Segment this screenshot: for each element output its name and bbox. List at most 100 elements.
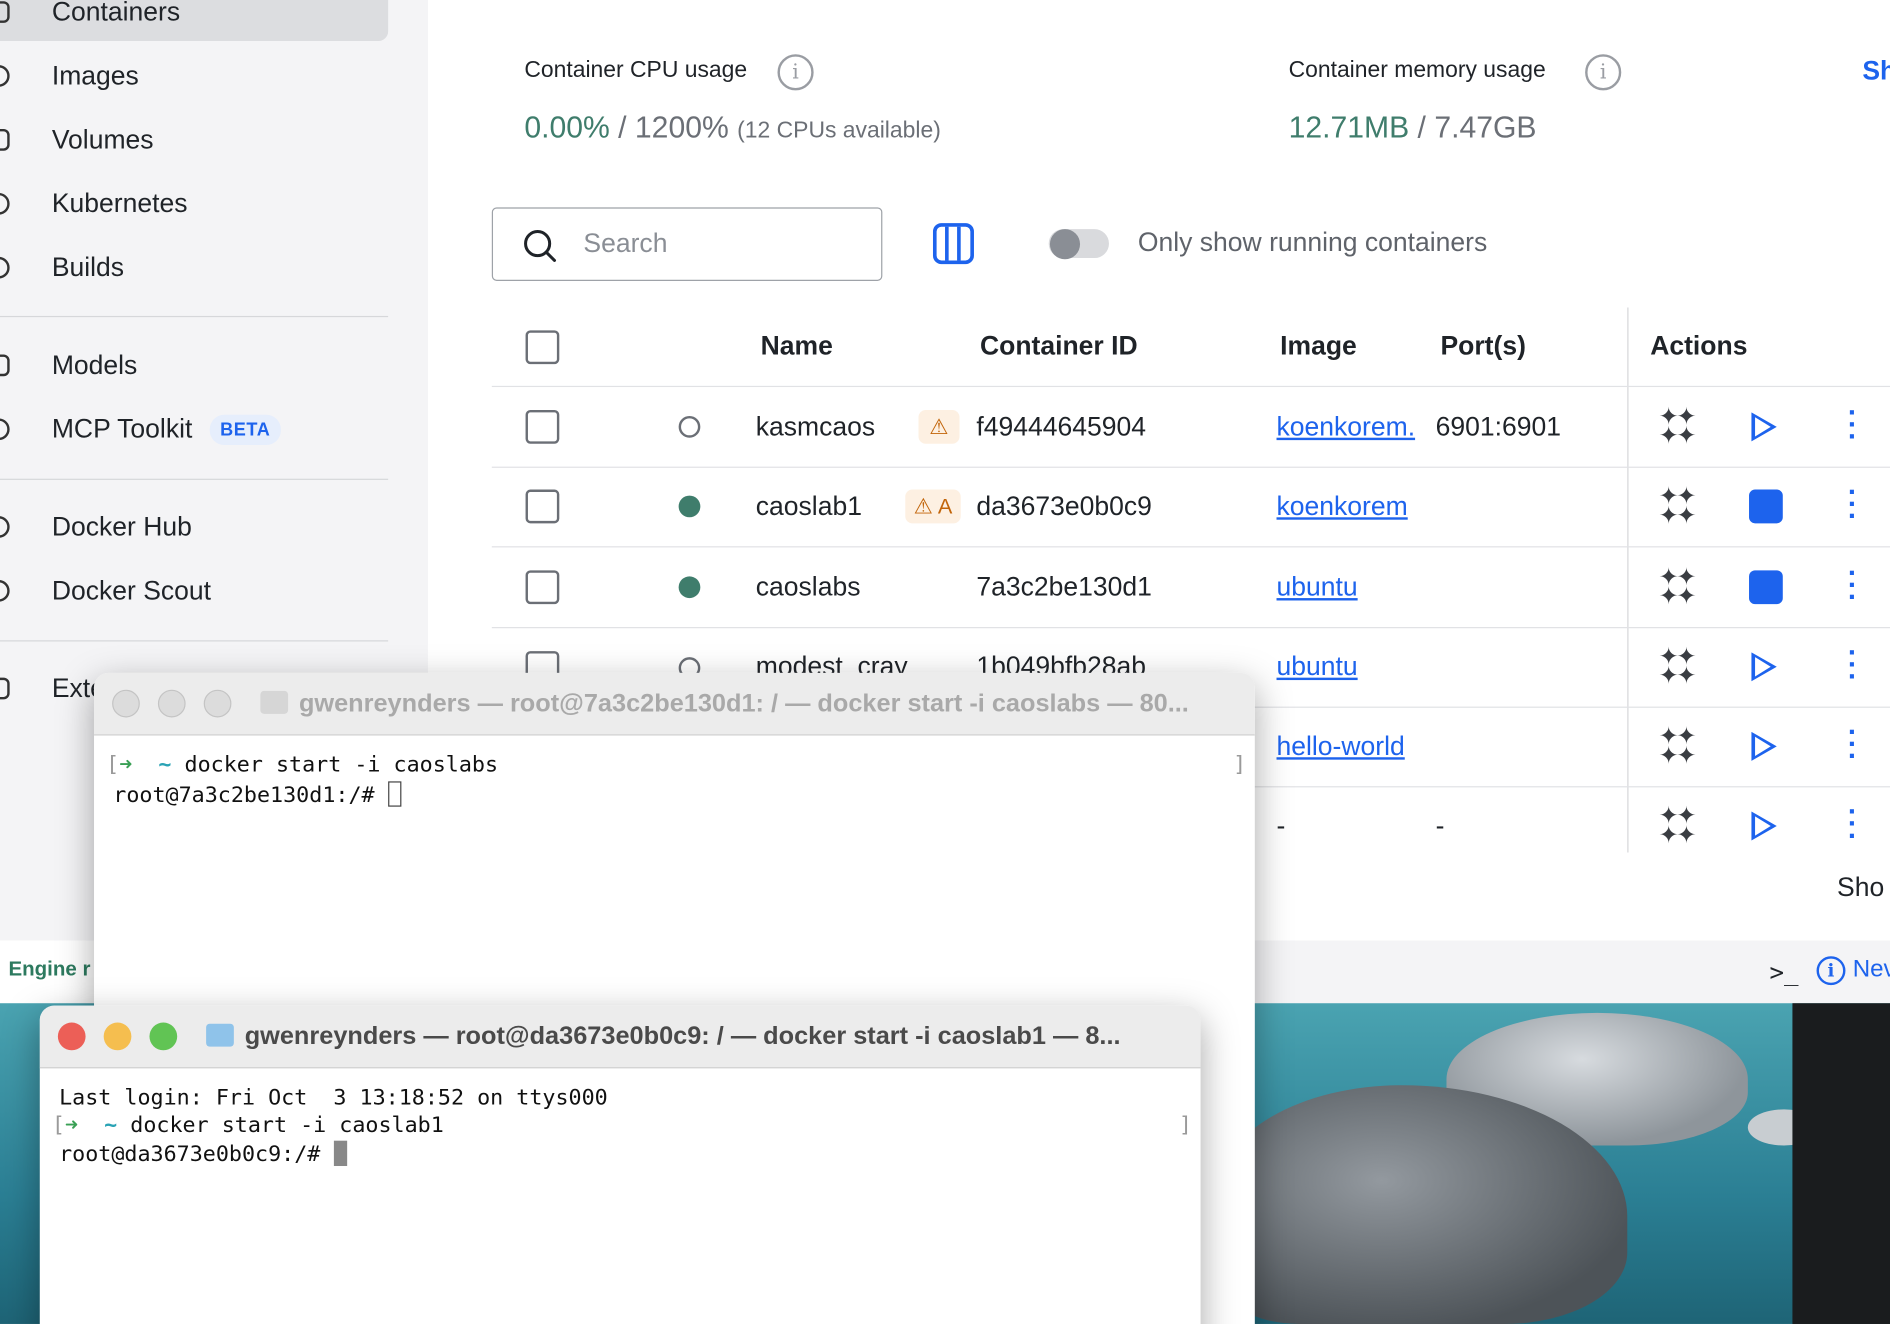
- info-icon: i: [1816, 956, 1846, 986]
- minimize-button[interactable]: [157, 689, 186, 718]
- image-link[interactable]: koenkorem.: [1277, 411, 1416, 442]
- cpu-info-icon[interactable]: i: [777, 54, 814, 91]
- cpu-usage-value: 0.00% / 1200% (12 CPUs available): [524, 111, 940, 146]
- columns-toggle-icon[interactable]: [932, 223, 974, 265]
- terminal-content[interactable]: Last login: Fri Oct 3 13:18:52 on ttys00…: [40, 1070, 1201, 1324]
- builds-icon: [0, 256, 10, 279]
- more-options-icon[interactable]: · · ·: [1848, 638, 1858, 691]
- sidebar-divider: [0, 640, 389, 642]
- container-name[interactable]: kasmcaos: [756, 411, 875, 442]
- image-link[interactable]: koenkorem: [1277, 491, 1408, 522]
- terminal-title: gwenreynders — root@7a3c2be130d1: / — do…: [298, 689, 1189, 718]
- terminal-line: root@da3673e0b0c9:/#: [59, 1140, 347, 1167]
- running-only-label: Only show running containers: [1137, 226, 1488, 257]
- more-options-icon[interactable]: · · ·: [1848, 798, 1858, 851]
- cursor: [387, 781, 401, 807]
- container-id: da3673e0b0c9: [976, 490, 1152, 521]
- beta-badge: BETA: [209, 415, 282, 446]
- minimize-button[interactable]: [103, 1022, 132, 1051]
- start-icon[interactable]: [1751, 652, 1777, 682]
- terminal-line: root@7a3c2be130d1:/#: [113, 781, 401, 808]
- mcp-label: MCP Toolkit: [51, 413, 193, 444]
- ask-ai-icon[interactable]: ✦✦ ✦✦: [1659, 645, 1698, 688]
- warning-icon[interactable]: ⚠ A: [905, 489, 961, 524]
- stop-icon[interactable]: [1749, 570, 1783, 605]
- scout-icon: [0, 579, 10, 602]
- start-icon[interactable]: [1751, 731, 1777, 761]
- warning-icon[interactable]: ⚠: [918, 409, 960, 444]
- terminal-window-caoslab1[interactable]: gwenreynders — root@da3673e0b0c9: / — do…: [39, 1005, 1201, 1324]
- image-link[interactable]: ubuntu: [1277, 651, 1358, 682]
- hub-icon: [0, 516, 10, 538]
- terminal-line: Last login: Fri Oct 3 13:18:52 on ttys00…: [59, 1085, 608, 1111]
- stop-icon[interactable]: [1749, 489, 1783, 524]
- cpu-usage-label: Container CPU usage: [524, 57, 748, 84]
- row-checkbox[interactable]: [525, 489, 560, 524]
- memory-separator: /: [1409, 110, 1435, 145]
- container-id: f49444645904: [976, 411, 1146, 442]
- desktop-edge: [1792, 1003, 1890, 1324]
- extensions-icon: [0, 677, 10, 700]
- maximize-button[interactable]: [203, 689, 232, 718]
- whats-new-label: Nev: [1852, 956, 1890, 983]
- memory-info-icon[interactable]: i: [1585, 54, 1622, 91]
- ask-ai-icon[interactable]: ✦✦ ✦✦: [1659, 804, 1698, 847]
- ports[interactable]: 6901:6901: [1436, 411, 1561, 442]
- volumes-icon: [0, 129, 10, 151]
- sidebar-item-label: Models: [51, 349, 138, 380]
- more-options-icon[interactable]: · · ·: [1848, 399, 1858, 452]
- mcp-icon: [0, 418, 10, 441]
- terminal-titlebar[interactable]: gwenreynders — root@7a3c2be130d1: / — do…: [94, 672, 1255, 736]
- column-header-ports[interactable]: Port(s): [1440, 330, 1525, 361]
- image-link[interactable]: ubuntu: [1277, 572, 1358, 603]
- row-divider: [491, 627, 1890, 629]
- image-link: -: [1276, 810, 1286, 841]
- row-divider: [491, 466, 1890, 468]
- row-checkbox[interactable]: [525, 409, 560, 444]
- column-header-container-id[interactable]: Container ID: [980, 330, 1138, 361]
- sidebar-item-label: Kubernetes: [51, 188, 188, 219]
- sidebar-item-label: Docker Scout: [51, 575, 212, 606]
- ports: -: [1435, 810, 1445, 841]
- maximize-button[interactable]: [149, 1022, 178, 1051]
- column-header-image[interactable]: Image: [1280, 330, 1357, 361]
- ask-ai-icon[interactable]: ✦✦ ✦✦: [1659, 485, 1698, 528]
- select-all-checkbox[interactable]: [525, 330, 560, 365]
- start-icon[interactable]: [1751, 811, 1777, 841]
- start-icon[interactable]: [1751, 412, 1777, 442]
- ask-ai-icon[interactable]: ✦✦ ✦✦: [1659, 566, 1698, 609]
- sidebar-item-containers[interactable]: Containers: [0, 0, 389, 41]
- more-options-icon[interactable]: · · ·: [1848, 559, 1858, 612]
- ask-ai-icon[interactable]: ✦✦ ✦✦: [1659, 405, 1698, 448]
- whats-new-button[interactable]: iNev: [1816, 956, 1890, 986]
- running-only-toggle[interactable]: [1048, 229, 1109, 260]
- image-link[interactable]: hello-world: [1277, 731, 1405, 762]
- row-checkbox[interactable]: [525, 570, 560, 605]
- search-box[interactable]: [491, 207, 883, 281]
- container-id: 7a3c2be130d1: [976, 571, 1152, 602]
- container-name[interactable]: caoslabs: [756, 572, 861, 603]
- ask-ai-icon[interactable]: ✦✦ ✦✦: [1659, 725, 1698, 768]
- container-name[interactable]: caoslab1: [756, 491, 862, 522]
- shell-prompt: root@7a3c2be130d1:/#: [113, 782, 388, 808]
- terminal-titlebar[interactable]: gwenreynders — root@da3673e0b0c9: / — do…: [39, 1005, 1201, 1069]
- actions-divider: [1627, 307, 1629, 853]
- status-running-icon: [678, 576, 701, 599]
- sidebar-item-label: Images: [51, 60, 139, 91]
- column-header-name[interactable]: Name: [761, 330, 833, 361]
- kubernetes-icon: [0, 192, 10, 215]
- search-input[interactable]: [583, 227, 861, 260]
- terminal-title: gwenreynders — root@da3673e0b0c9: / — do…: [244, 1022, 1121, 1051]
- close-button[interactable]: [112, 689, 140, 718]
- cpu-separator: /: [609, 110, 635, 145]
- show-more-text: Sho: [1837, 871, 1885, 902]
- more-options-icon[interactable]: · · ·: [1848, 478, 1858, 531]
- prompt-dir: ~: [104, 1112, 118, 1139]
- close-button[interactable]: [57, 1022, 86, 1051]
- status-running-icon: [678, 495, 701, 518]
- memory-usage-value: 12.71MB / 7.47GB: [1289, 111, 1537, 146]
- command-text: docker start -i caoslab1: [130, 1112, 444, 1139]
- show-charts-link[interactable]: Sh: [1862, 55, 1890, 86]
- terminal-icon[interactable]: >_: [1770, 957, 1799, 986]
- more-options-icon[interactable]: · · ·: [1848, 718, 1858, 771]
